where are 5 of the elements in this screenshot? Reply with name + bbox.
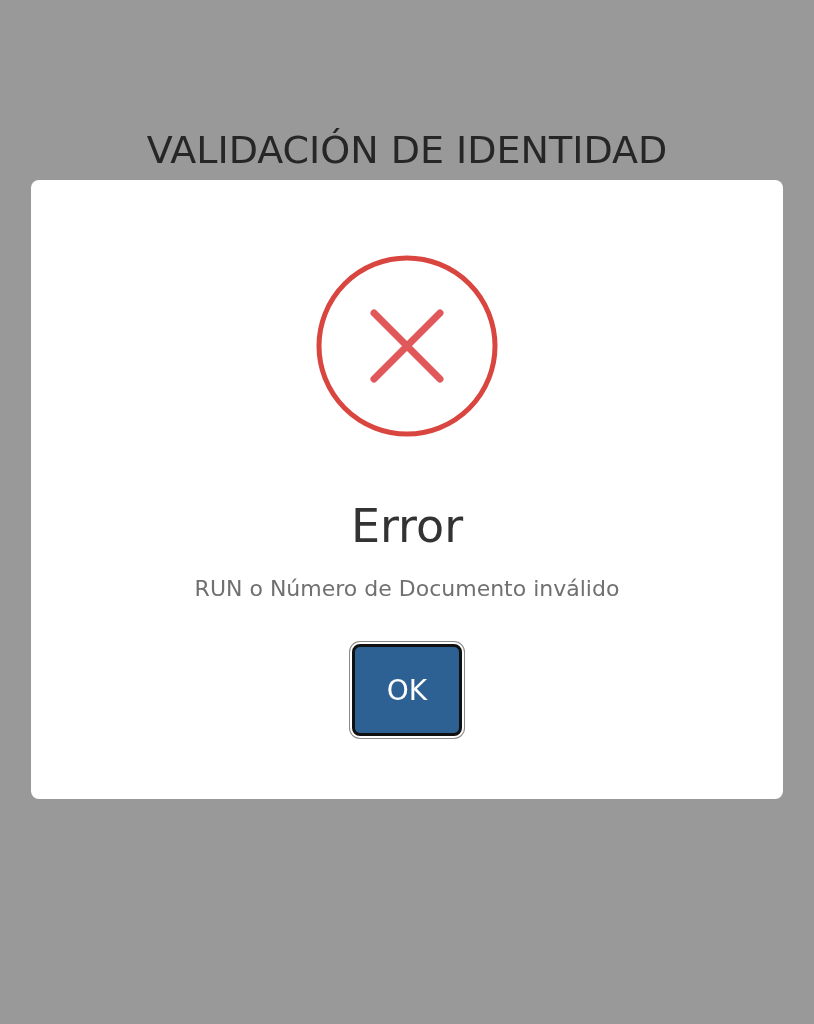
error-icon bbox=[315, 254, 499, 438]
dialog-title: Error bbox=[350, 498, 464, 554]
page-title: VALIDACIÓN DE IDENTIDAD bbox=[146, 127, 668, 174]
ok-button[interactable]: OK bbox=[352, 644, 462, 736]
dialog-message: RUN o Número de Documento inválido bbox=[194, 575, 620, 603]
